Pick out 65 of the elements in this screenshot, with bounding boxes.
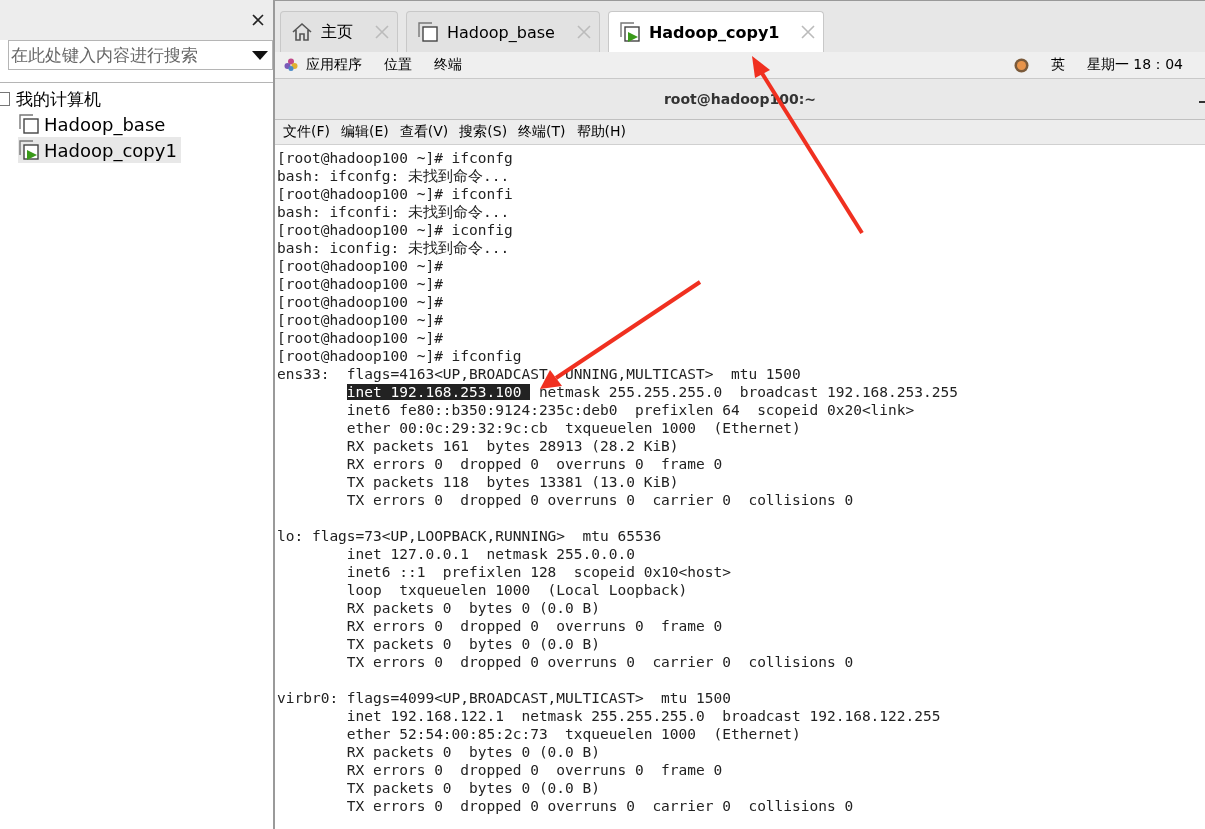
terminal-line: RX errors 0 dropped 0 overruns 0 frame 0 [345, 762, 723, 778]
terminal-line: inet6 ::1 prefixlen 128 scopeid 0x10<host> [345, 564, 731, 580]
terminal-line: TX errors 0 dropped 0 overruns 0 carrier 0 collisions 0 [345, 798, 854, 814]
terminal-line: inet 192.168.122.1 netmask 255.255.255.0 broadcast 192.168.122.255 [345, 708, 941, 724]
terminal-line: bash: ifconfi: 未找到命令... [277, 204, 510, 220]
tree-item[interactable]: 我的计算机 [16, 87, 101, 111]
terminal-line: bash: ifconfg: 未找到命令... [277, 168, 510, 184]
menu-item[interactable]: 应用程序 [306, 56, 362, 74]
terminal-line: TX errors 0 dropped 0 overruns 0 carrier 0 collisions 0 [345, 492, 854, 508]
vm-icon [18, 113, 40, 135]
terminal-line: [root@hadoop100 ~]# [277, 294, 443, 310]
terminal-line: RX packets 0 bytes 0 (0.0 B) [345, 600, 600, 616]
menu-item[interactable]: 位置 [384, 56, 412, 74]
terminal-line: [root@hadoop100 ~]# [277, 258, 443, 274]
terminal-line: bash: iconfig: 未找到命令... [277, 240, 510, 256]
terminal-line: TX packets 0 bytes 0 (0.0 B) [345, 780, 600, 796]
menu-item[interactable]: 搜索(S) [459, 123, 508, 141]
menu-item[interactable]: 帮助(H) [576, 123, 627, 141]
selected-text: inet 192.168.253.100 [346, 384, 531, 400]
terminal-line: ether 00:0c:29:32:9c:cb txqueuelen 1000 (Ethernet) [345, 420, 801, 436]
close-icon[interactable] [252, 14, 264, 26]
terminal-line: TX packets 0 bytes 0 (0.0 B) [345, 636, 600, 652]
terminal-line: inet 127.0.0.1 netmask 255.0.0.0 [345, 546, 635, 562]
terminal-line: UNNING,MULTICAST> mtu 1500 [565, 366, 801, 382]
menu-item[interactable]: 查看(V) [399, 123, 449, 141]
running-vm-icon [618, 21, 641, 43]
search-field[interactable]: 在此处键入内容进行搜索 [8, 40, 273, 70]
terminal-line: netmask 255.255.255.0 broadcast 192.168.253.255 [537, 384, 958, 400]
tree-item[interactable]: Hadoop_base [18, 111, 170, 137]
checkbox-icon[interactable] [0, 92, 10, 106]
terminal-line: [root@hadoop100 ~]# ifconfg [277, 150, 513, 166]
terminal-line: loop txqueuelen 1000 (Local Loopback) [345, 582, 688, 598]
terminal-line: virbr0: flags=4099<UP,BROADCAST,MULTICAST> mtu 1500 [277, 690, 731, 706]
terminal-line: [root@hadoop100 ~]# ifconfi [277, 186, 513, 202]
terminal-line: [root@hadoop100 ~]# [277, 312, 443, 328]
terminal-line: [root@hadoop100 ~]# [277, 276, 443, 292]
clock[interactable]: 星期一 18：04 [1086, 56, 1183, 74]
terminal-line: [root@hadoop100 ~]# iconfig [277, 222, 513, 238]
tree-item[interactable]: Hadoop_copy1 [18, 137, 181, 163]
menu-item[interactable]: 终端(T) [518, 123, 566, 141]
terminal-line: RX packets 161 bytes 28913 (28.2 KiB) [345, 438, 679, 454]
terminal-line: RX errors 0 dropped 0 overruns 0 frame 0 [345, 618, 723, 634]
menu-item[interactable]: 终端 [434, 56, 462, 74]
terminal-line: ether 52:54:00:85:2c:73 txqueuelen 1000 (Ethernet) [345, 726, 801, 742]
terminal-line: [root@hadoop100 ~]# ifconfig [277, 348, 522, 364]
status-icon[interactable] [1013, 57, 1029, 73]
tab[interactable]: 主页 [280, 11, 398, 52]
terminal-line: ens33: flags=4163<UP,BROADCAST [277, 366, 548, 382]
running-vm-icon [18, 139, 40, 161]
tab[interactable]: Hadoop_base [406, 11, 600, 52]
menu-item[interactable]: 编辑(E) [341, 123, 389, 141]
dropdown-caret-icon[interactable] [252, 50, 268, 60]
terminal-line: RX packets 0 bytes 0 (0.0 B) [345, 744, 600, 760]
terminal-line: TX packets 118 bytes 13381 (13.0 KiB) [345, 474, 679, 490]
terminal-line: TX errors 0 dropped 0 overruns 0 carrier 0 collisions 0 [345, 654, 854, 670]
apps-flower-icon[interactable] [284, 58, 298, 72]
terminal-line: inet6 fe80::b350:9124:235c:deb0 prefixlen 64 scopeid 0x20<link> [345, 402, 915, 418]
home-icon [291, 21, 313, 43]
input-method-indicator[interactable]: 英 [1050, 56, 1065, 74]
vm-icon [417, 21, 439, 43]
terminal-line: RX errors 0 dropped 0 overruns 0 frame 0 [345, 456, 723, 472]
menu-item[interactable]: 文件(F) [283, 123, 330, 141]
tab[interactable]: Hadoop_copy1 [607, 11, 825, 52]
terminal-line: lo: flags=73<UP,LOOPBACK,RUNNING> mtu 65536 [277, 528, 662, 544]
terminal-line: [root@hadoop100 ~]# [277, 330, 443, 346]
